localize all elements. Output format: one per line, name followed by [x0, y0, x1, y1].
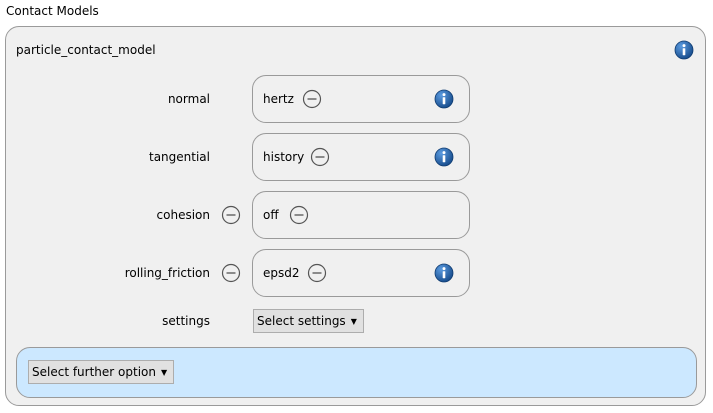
info-icon[interactable]	[434, 263, 454, 283]
select-settings-label: Select settings	[257, 314, 346, 328]
minus-circle-icon[interactable]	[289, 205, 309, 225]
settings-label: settings	[162, 314, 210, 328]
caret-down-icon: ▼	[350, 316, 357, 326]
section-title: Contact Models	[6, 4, 99, 18]
minus-circle-icon[interactable]	[221, 205, 241, 225]
info-icon[interactable]	[434, 147, 454, 167]
row-label-rolling-friction: rolling_friction	[124, 266, 210, 280]
info-icon[interactable]	[434, 89, 454, 109]
minus-circle-icon[interactable]	[221, 263, 241, 283]
minus-circle-icon[interactable]	[307, 263, 327, 283]
model-title: particle_contact_model	[16, 43, 156, 57]
minus-circle-icon[interactable]	[302, 89, 322, 109]
caret-down-icon: ▼	[160, 367, 168, 377]
value-text-normal: hertz	[263, 92, 294, 106]
row-label-normal: normal	[167, 92, 210, 106]
row-label-tangential: tangential	[149, 150, 210, 164]
value-text-cohesion: off	[263, 208, 279, 222]
minus-circle-icon[interactable]	[310, 147, 330, 167]
info-icon[interactable]	[674, 40, 694, 60]
value-text-tangential: history	[263, 150, 305, 164]
select-settings-dropdown[interactable]: Select settings ▼	[253, 309, 364, 333]
select-further-option-dropdown[interactable]: Select further option ▼	[28, 360, 175, 384]
value-box-cohesion	[252, 191, 470, 239]
row-label-cohesion: cohesion	[156, 208, 210, 222]
select-further-option-label: Select further option	[32, 365, 156, 379]
value-text-rolling-friction: epsd2	[263, 266, 300, 280]
